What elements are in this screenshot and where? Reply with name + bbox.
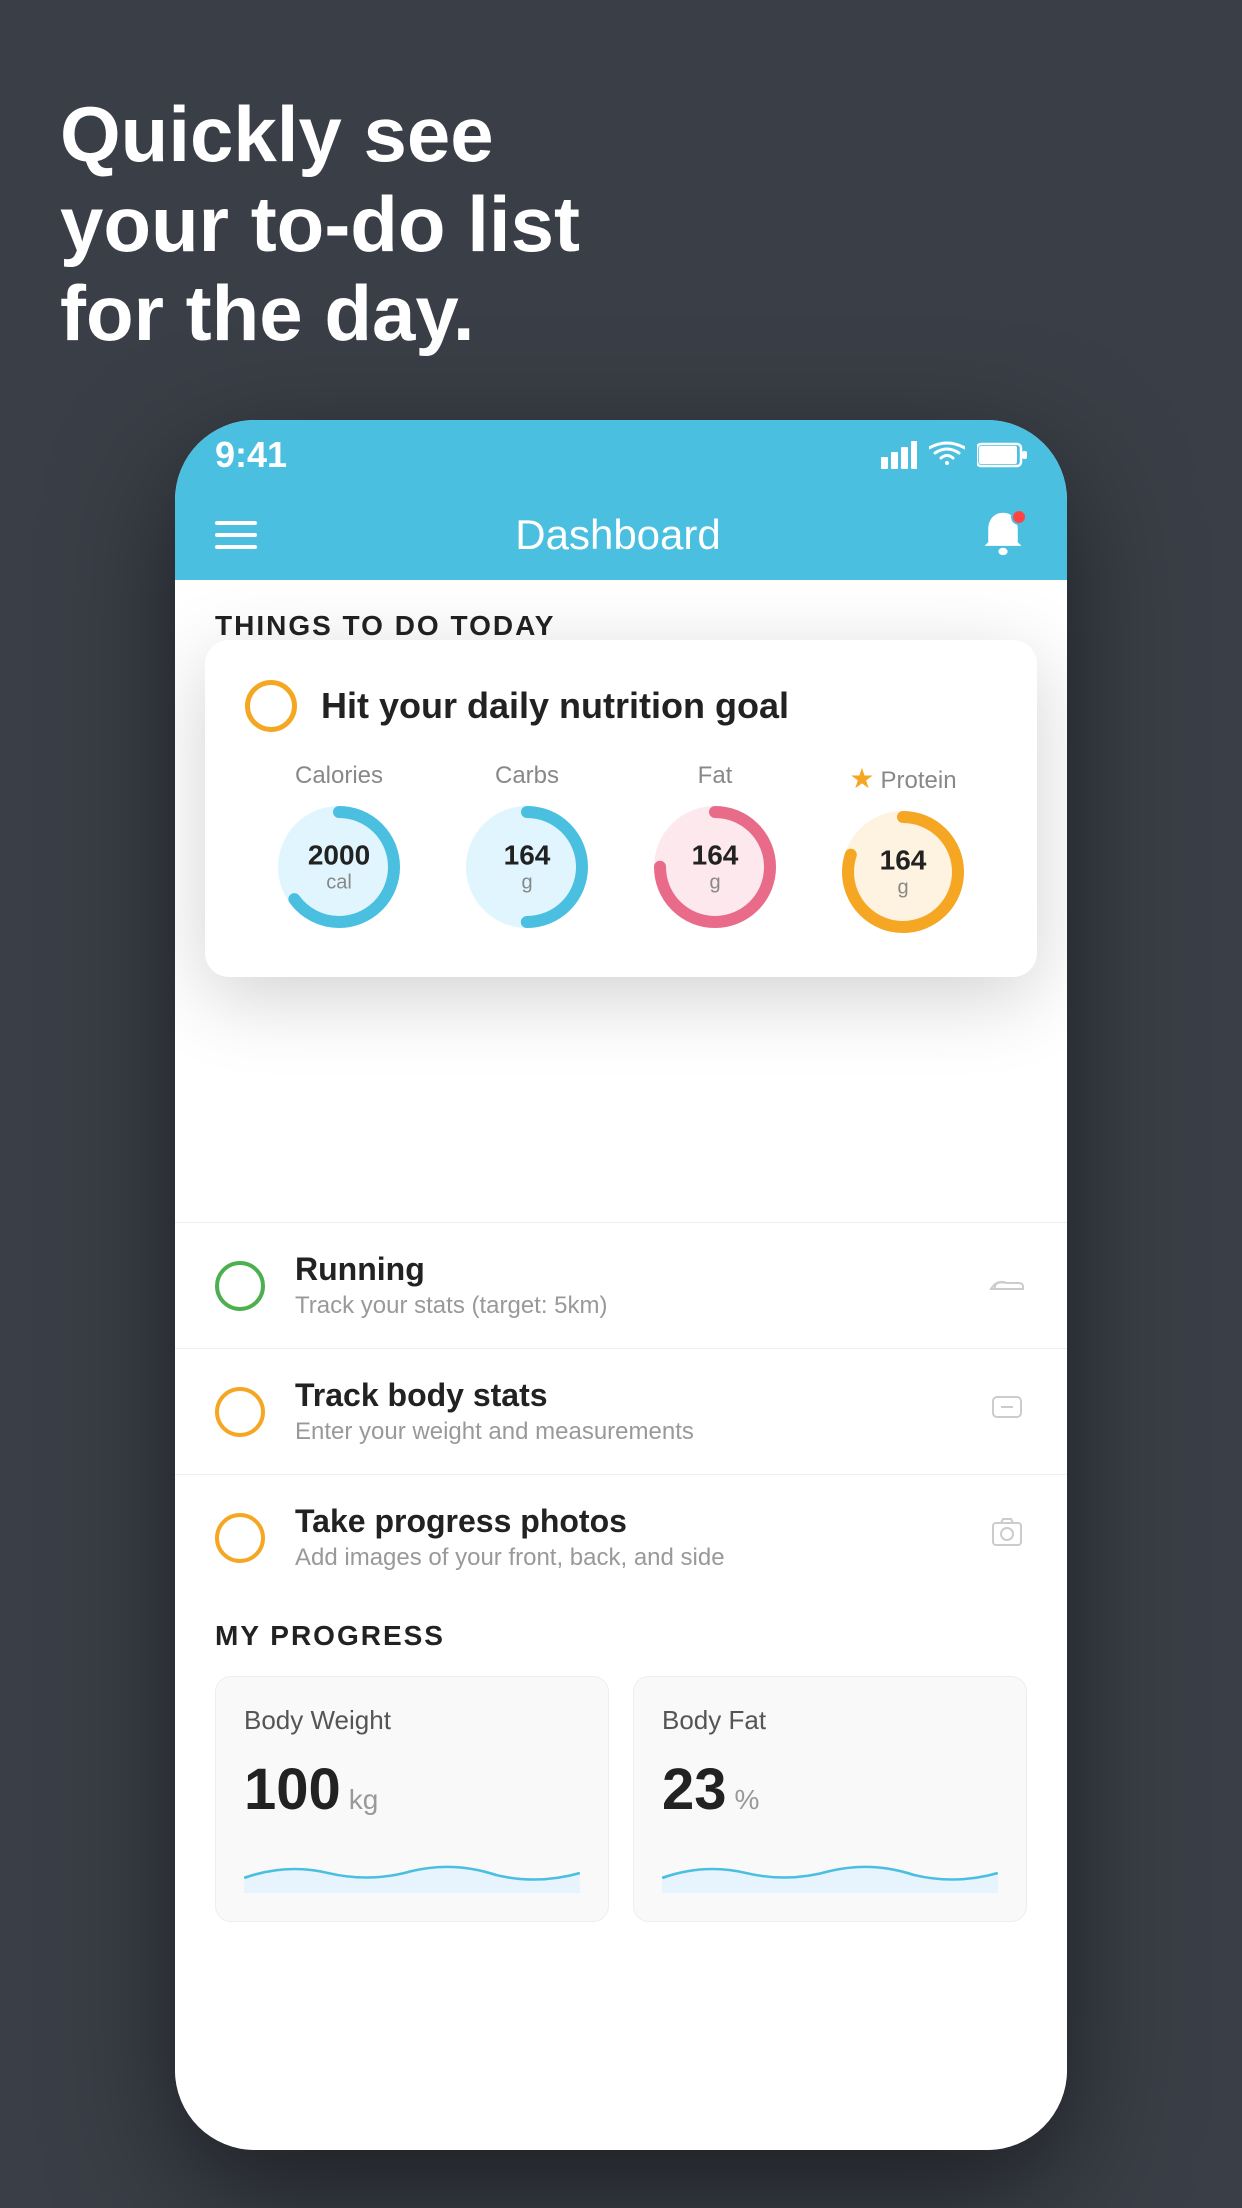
macro-item-fat: Fat 164 g [650,762,780,932]
bell-button[interactable] [979,509,1027,561]
headline-line2: your to-do list [60,180,580,270]
phone-frame: 9:41 [175,420,1067,2150]
headline: Quickly see your to-do list for the day. [60,90,580,359]
progress-chart [244,1843,580,1893]
shoe-icon [987,1261,1027,1311]
todo-item-text: Track body stats Enter your weight and m… [295,1377,957,1446]
progress-cards: Body Weight 100 kg Body Fat 23 % [215,1676,1027,1922]
scale-icon [987,1387,1027,1437]
macro-item-calories: Calories 2000 cal [274,762,404,932]
todo-item-subtitle: Track your stats (target: 5km) [295,1292,957,1320]
macro-value-text: 2000 cal [308,841,370,894]
nav-title: Dashboard [515,511,720,559]
progress-card-unit: % [735,1784,760,1816]
card-header: Hit your daily nutrition goal [245,680,997,732]
nutrition-goal-card: Hit your daily nutrition goal Calories 2… [205,640,1037,977]
macro-value-text: 164 g [880,846,927,899]
status-bar: 9:41 [175,420,1067,490]
progress-card-unit: kg [349,1784,379,1816]
status-time: 9:41 [215,434,287,476]
progress-card[interactable]: Body Weight 100 kg [215,1676,609,1922]
todo-item-title: Take progress photos [295,1503,957,1540]
progress-card[interactable]: Body Fat 23 % [633,1676,1027,1922]
battery-icon [977,442,1027,468]
phone-content: THINGS TO DO TODAY Hit your daily nutrit… [175,580,1067,2150]
macro-circle: 164 g [650,802,780,932]
todo-item-text: Running Track your stats (target: 5km) [295,1251,957,1320]
todo-item-subtitle: Enter your weight and measurements [295,1418,957,1446]
goal-checkbox[interactable] [245,680,297,732]
macro-circle: 164 g [838,807,968,937]
macro-label: Fat [698,762,733,790]
todo-item[interactable]: Take progress photos Add images of your … [175,1474,1067,1600]
macro-circle: 2000 cal [274,802,404,932]
todo-item-text: Take progress photos Add images of your … [295,1503,957,1572]
todo-list: Running Track your stats (target: 5km) T… [175,1222,1067,1600]
progress-card-title: Body Fat [662,1705,998,1736]
todo-item[interactable]: Running Track your stats (target: 5km) [175,1222,1067,1348]
todo-item-title: Running [295,1251,957,1288]
wifi-icon [929,441,965,469]
photo-icon [987,1513,1027,1563]
macro-label: Calories [295,762,383,790]
macro-value-text: 164 g [504,841,551,894]
todo-item-subtitle: Add images of your front, back, and side [295,1544,957,1572]
macro-item-carbs: Carbs 164 g [462,762,592,932]
status-icons [881,441,1027,469]
notification-dot [1011,509,1027,525]
todo-checkbox[interactable] [215,1261,265,1311]
macro-value-text: 164 g [692,841,739,894]
nav-bar: Dashboard [175,490,1067,580]
progress-card-value: 23 % [662,1756,998,1823]
signal-icon [881,441,917,469]
todo-checkbox[interactable] [215,1513,265,1563]
menu-icon[interactable] [215,521,257,549]
macro-label: Carbs [495,762,559,790]
progress-title: MY PROGRESS [215,1620,1027,1652]
macros-row: Calories 2000 cal Carbs 164 [245,762,997,937]
todo-item-title: Track body stats [295,1377,957,1414]
progress-section: MY PROGRESS Body Weight 100 kg Body Fat … [175,1620,1067,1922]
progress-card-title: Body Weight [244,1705,580,1736]
progress-card-value: 100 kg [244,1756,580,1823]
macro-item-protein: ★Protein 164 g [838,762,968,937]
progress-card-number: 23 [662,1756,727,1823]
headline-line1: Quickly see [60,90,580,180]
macro-circle: 164 g [462,802,592,932]
macro-label: ★Protein [849,762,956,795]
card-title: Hit your daily nutrition goal [321,685,789,727]
todo-checkbox[interactable] [215,1387,265,1437]
progress-card-number: 100 [244,1756,341,1823]
headline-line3: for the day. [60,269,580,359]
todo-item[interactable]: Track body stats Enter your weight and m… [175,1348,1067,1474]
progress-chart [662,1843,998,1893]
